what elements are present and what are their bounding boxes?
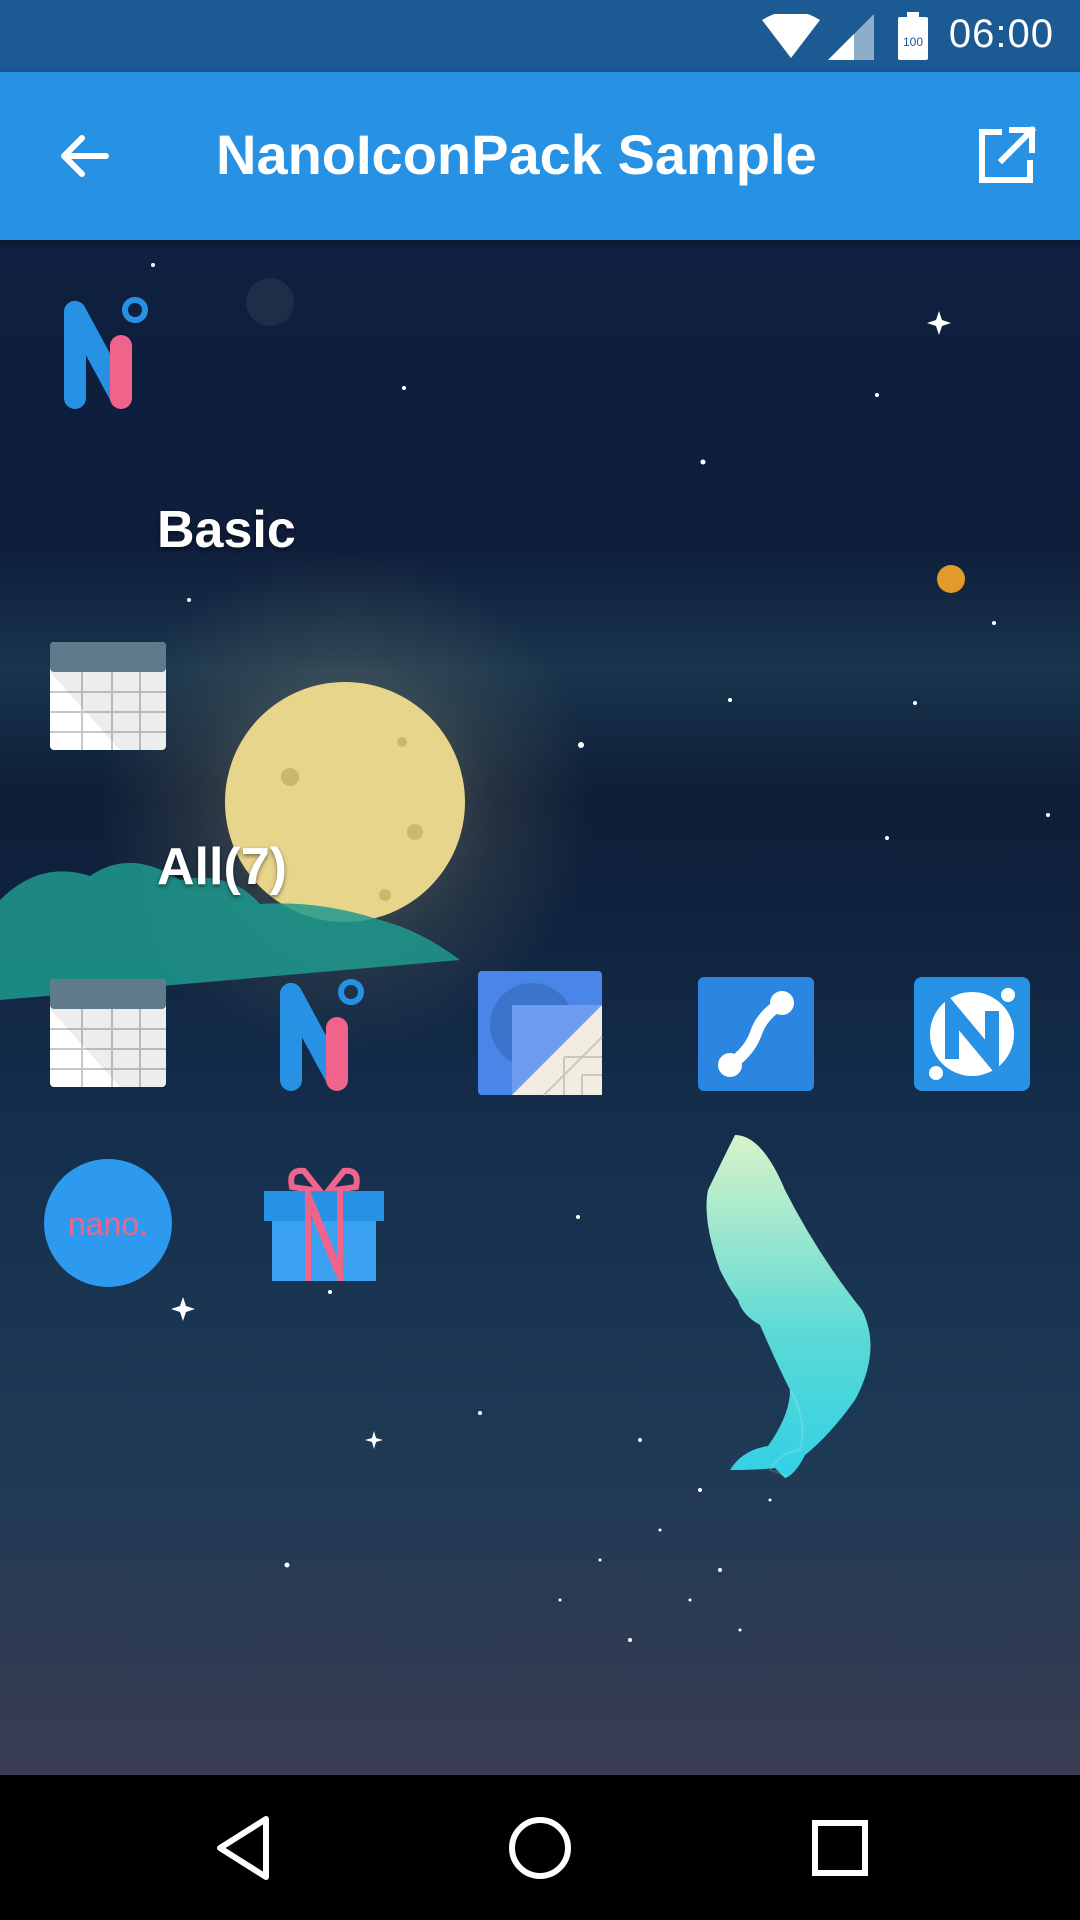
nano-logo-icon[interactable] (40, 285, 172, 417)
nano-text-label: nano. (68, 1206, 148, 1242)
page-title: NanoIconPack Sample (216, 123, 817, 186)
planet-dot (937, 565, 965, 593)
nano-n-badge-icon[interactable] (906, 967, 1038, 1099)
battery-level: 100 (903, 35, 923, 49)
system-nav-bar (0, 1775, 1080, 1920)
material-square-icon[interactable] (474, 967, 606, 1099)
table-sheet-icon[interactable] (42, 967, 174, 1099)
cell-signal-icon (828, 14, 874, 60)
open-external-icon[interactable] (974, 124, 1038, 188)
battery-icon: 100 (898, 12, 928, 60)
wifi-icon (762, 14, 820, 58)
nano-text-icon[interactable]: nano. (42, 1157, 174, 1289)
link-path-icon[interactable] (690, 967, 822, 1099)
launcher-wallpaper: Basic All(7) nano. (0, 240, 1080, 1775)
table-sheet-icon[interactable] (42, 630, 174, 762)
section-all-label: All(7) (157, 838, 287, 896)
app-bar: NanoIconPack Sample (0, 72, 1080, 240)
status-bar: 100 06:00 (0, 0, 1080, 72)
section-basic-label: Basic (157, 501, 296, 559)
recents-square-icon[interactable] (803, 1811, 877, 1885)
home-circle-icon[interactable] (503, 1811, 577, 1885)
status-time: 06:00 (948, 12, 1054, 56)
whale-illustration (706, 1135, 871, 1479)
back-arrow-icon[interactable] (52, 124, 116, 188)
nano-n-icon[interactable] (256, 967, 388, 1099)
back-triangle-icon[interactable] (206, 1811, 280, 1885)
gift-box-icon[interactable] (258, 1157, 390, 1289)
